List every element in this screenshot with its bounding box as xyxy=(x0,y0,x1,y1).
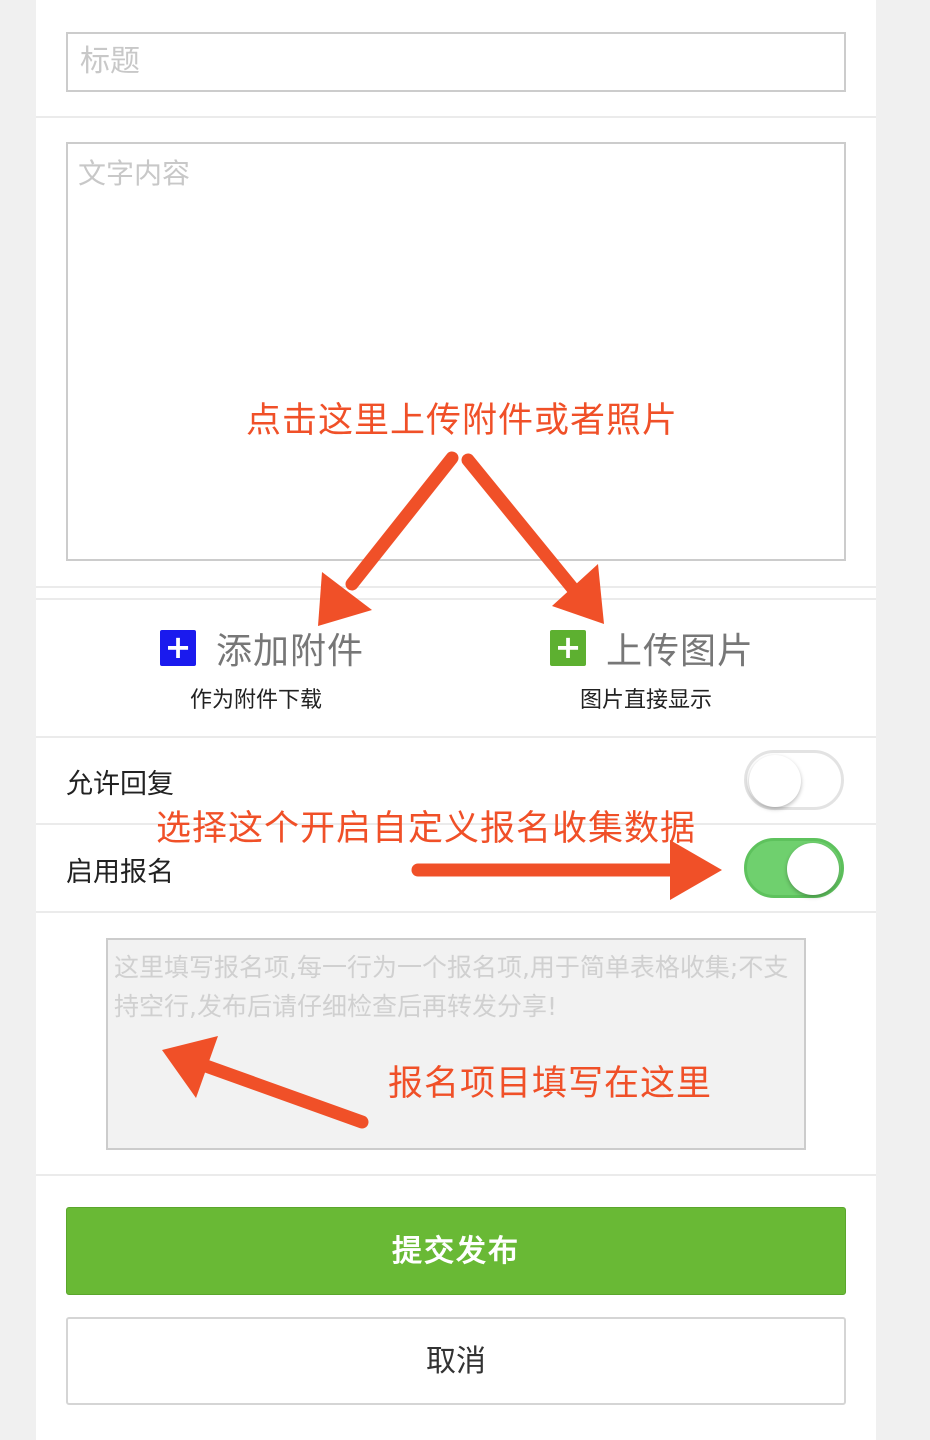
divider xyxy=(36,598,876,600)
title-placeholder: 标题 xyxy=(80,44,140,79)
divider xyxy=(36,1174,876,1176)
plus-icon: + xyxy=(160,630,196,666)
divider xyxy=(36,586,876,588)
content-textarea[interactable]: 文字内容 xyxy=(66,142,846,561)
enable-signup-label: 启用报名 xyxy=(66,857,174,888)
allow-reply-label: 允许回复 xyxy=(66,769,174,800)
add-attachment-label: 添加附件 xyxy=(216,631,365,672)
signup-items-placeholder: 这里填写报名项,每一行为一个报名项,用于简单表格收集;不支持空行,发布后请仔细检… xyxy=(114,953,789,1021)
add-attachment-button[interactable]: + 添加附件 作为附件下载 xyxy=(160,620,364,720)
submit-button[interactable]: 提交发布 xyxy=(66,1207,846,1295)
items-hint-annotation: 报名项目填写在这里 xyxy=(388,1064,713,1104)
allow-reply-toggle[interactable] xyxy=(744,750,844,810)
title-input[interactable]: 标题 xyxy=(66,32,846,92)
upload-image-button[interactable]: + 上传图片 图片直接显示 xyxy=(550,620,754,720)
divider xyxy=(36,736,876,738)
enable-signup-toggle[interactable] xyxy=(744,838,844,898)
plus-icon: + xyxy=(550,630,586,666)
content-placeholder: 文字内容 xyxy=(78,157,191,190)
divider xyxy=(36,911,876,913)
divider xyxy=(36,116,876,118)
signup-items-textarea[interactable]: 这里填写报名项,每一行为一个报名项,用于简单表格收集;不支持空行,发布后请仔细检… xyxy=(106,938,806,1150)
upload-image-label: 上传图片 xyxy=(606,631,755,672)
upload-hint-annotation: 点击这里上传附件或者照片 xyxy=(246,401,679,441)
cancel-button[interactable]: 取消 xyxy=(66,1317,846,1405)
toggle-knob xyxy=(787,843,839,895)
signup-hint-annotation: 选择这个开启自定义报名收集数据 xyxy=(156,809,697,849)
toggle-knob xyxy=(749,755,801,807)
add-attachment-sublabel: 作为附件下载 xyxy=(190,688,323,713)
upload-image-sublabel: 图片直接显示 xyxy=(580,688,713,713)
